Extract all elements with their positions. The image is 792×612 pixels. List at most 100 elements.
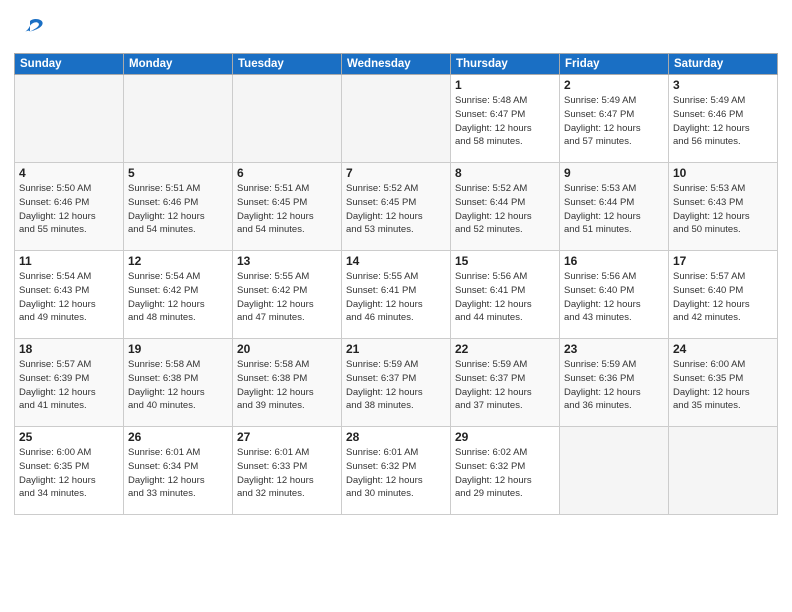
calendar-cell: 27Sunrise: 6:01 AM Sunset: 6:33 PM Dayli…: [233, 427, 342, 515]
day-info: Sunrise: 5:54 AM Sunset: 6:42 PM Dayligh…: [128, 270, 228, 325]
day-number: 7: [346, 166, 446, 180]
day-number: 21: [346, 342, 446, 356]
calendar-cell: 19 Sunrise: 5:58 AM Sunset: 6:38 PM Dayli…: [124, 339, 233, 427]
calendar-cell: 9 Sunrise: 5:53 AM Sunset: 6:44 PM Daylig…: [560, 163, 669, 251]
calendar-body: 1 Sunrise: 5:48 AM Sunset: 6:47 PM Daylig…: [15, 75, 778, 515]
day-info: Sunrise: 5:53 AM Sunset: 6:43 PM Dayligh…: [673, 182, 773, 237]
day-number: 1: [455, 78, 555, 92]
calendar-cell: 1 Sunrise: 5:48 AM Sunset: 6:47 PM Daylig…: [451, 75, 560, 163]
calendar-cell: [342, 75, 451, 163]
day-info: Sunrise: 5:59 AM Sunset: 6:36 PM Dayligh…: [564, 358, 664, 413]
calendar-week-row: 4 Sunrise: 5:50 AM Sunset: 6:46 PM Daylig…: [15, 163, 778, 251]
calendar-cell: [669, 427, 778, 515]
calendar-week-row: 11 Sunrise: 5:54 AM Sunset: 6:43 PM Dayli…: [15, 251, 778, 339]
calendar-cell: 13 Sunrise: 5:55 AM Sunset: 6:42 PM Dayli…: [233, 251, 342, 339]
day-info: Sunrise: 5:51 AM Sunset: 6:45 PM Dayligh…: [237, 182, 337, 237]
calendar-cell: 29Sunrise: 6:02 AM Sunset: 6:32 PM Dayli…: [451, 427, 560, 515]
calendar-cell: 15 Sunrise: 5:56 AM Sunset: 6:41 PM Dayli…: [451, 251, 560, 339]
calendar-cell: 3 Sunrise: 5:49 AM Sunset: 6:46 PM Daylig…: [669, 75, 778, 163]
calendar-cell: 25 Sunrise: 6:00 AM Sunset: 6:35 PM Dayli…: [15, 427, 124, 515]
page: SundayMondayTuesdayWednesdayThursdayFrid…: [0, 0, 792, 525]
weekday-header-monday: Monday: [124, 54, 233, 75]
day-info: Sunrise: 5:58 AM Sunset: 6:38 PM Dayligh…: [128, 358, 228, 413]
weekday-header-sunday: Sunday: [15, 54, 124, 75]
calendar-cell: 23 Sunrise: 5:59 AM Sunset: 6:36 PM Dayli…: [560, 339, 669, 427]
day-info: Sunrise: 5:55 AM Sunset: 6:42 PM Dayligh…: [237, 270, 337, 325]
calendar-cell: 16 Sunrise: 5:56 AM Sunset: 6:40 PM Dayli…: [560, 251, 669, 339]
day-info: Sunrise: 5:49 AM Sunset: 6:46 PM Dayligh…: [673, 94, 773, 149]
day-number: 3: [673, 78, 773, 92]
calendar-cell: 7 Sunrise: 5:52 AM Sunset: 6:45 PM Daylig…: [342, 163, 451, 251]
calendar-table: SundayMondayTuesdayWednesdayThursdayFrid…: [14, 53, 778, 515]
day-info: Sunrise: 5:58 AM Sunset: 6:38 PM Dayligh…: [237, 358, 337, 413]
day-number: 23: [564, 342, 664, 356]
day-info: Sunrise: 5:59 AM Sunset: 6:37 PM Dayligh…: [455, 358, 555, 413]
day-info: Sunrise: 5:57 AM Sunset: 6:39 PM Dayligh…: [19, 358, 119, 413]
day-info: Sunrise: 5:49 AM Sunset: 6:47 PM Dayligh…: [564, 94, 664, 149]
day-number: 27: [237, 430, 337, 444]
day-number: 25: [19, 430, 119, 444]
day-number: 15: [455, 254, 555, 268]
day-number: 10: [673, 166, 773, 180]
calendar-week-row: 25 Sunrise: 6:00 AM Sunset: 6:35 PM Dayli…: [15, 427, 778, 515]
calendar-cell: 17 Sunrise: 5:57 AM Sunset: 6:40 PM Dayli…: [669, 251, 778, 339]
day-number: 5: [128, 166, 228, 180]
day-number: 4: [19, 166, 119, 180]
day-number: 20: [237, 342, 337, 356]
day-number: 26: [128, 430, 228, 444]
calendar-cell: 20 Sunrise: 5:58 AM Sunset: 6:38 PM Dayli…: [233, 339, 342, 427]
calendar-cell: [15, 75, 124, 163]
calendar-cell: 26 Sunrise: 6:01 AM Sunset: 6:34 PM Dayli…: [124, 427, 233, 515]
day-info: Sunrise: 5:52 AM Sunset: 6:44 PM Dayligh…: [455, 182, 555, 237]
calendar-cell: [124, 75, 233, 163]
weekday-header-wednesday: Wednesday: [342, 54, 451, 75]
calendar-cell: 14 Sunrise: 5:55 AM Sunset: 6:41 PM Dayli…: [342, 251, 451, 339]
day-number: 22: [455, 342, 555, 356]
day-info: Sunrise: 5:56 AM Sunset: 6:41 PM Dayligh…: [455, 270, 555, 325]
day-number: 9: [564, 166, 664, 180]
calendar-cell: 4 Sunrise: 5:50 AM Sunset: 6:46 PM Daylig…: [15, 163, 124, 251]
weekday-header-tuesday: Tuesday: [233, 54, 342, 75]
day-info: Sunrise: 5:59 AM Sunset: 6:37 PM Dayligh…: [346, 358, 446, 413]
day-info: Sunrise: 5:54 AM Sunset: 6:43 PM Dayligh…: [19, 270, 119, 325]
calendar-cell: 28Sunrise: 6:01 AM Sunset: 6:32 PM Dayli…: [342, 427, 451, 515]
weekday-header-saturday: Saturday: [669, 54, 778, 75]
day-number: 16: [564, 254, 664, 268]
calendar-cell: 5 Sunrise: 5:51 AM Sunset: 6:46 PM Daylig…: [124, 163, 233, 251]
day-info: Sunrise: 5:50 AM Sunset: 6:46 PM Dayligh…: [19, 182, 119, 237]
day-info: Sunrise: 5:56 AM Sunset: 6:40 PM Dayligh…: [564, 270, 664, 325]
day-number: 6: [237, 166, 337, 180]
calendar-cell: 2Sunrise: 5:49 AM Sunset: 6:47 PM Daylig…: [560, 75, 669, 163]
day-info: Sunrise: 5:52 AM Sunset: 6:45 PM Dayligh…: [346, 182, 446, 237]
day-info: Sunrise: 5:48 AM Sunset: 6:47 PM Dayligh…: [455, 94, 555, 149]
calendar-cell: 24Sunrise: 6:00 AM Sunset: 6:35 PM Dayli…: [669, 339, 778, 427]
day-number: 12: [128, 254, 228, 268]
day-info: Sunrise: 5:55 AM Sunset: 6:41 PM Dayligh…: [346, 270, 446, 325]
calendar-header-row: SundayMondayTuesdayWednesdayThursdayFrid…: [15, 54, 778, 75]
calendar-cell: 6 Sunrise: 5:51 AM Sunset: 6:45 PM Daylig…: [233, 163, 342, 251]
calendar-week-row: 1 Sunrise: 5:48 AM Sunset: 6:47 PM Daylig…: [15, 75, 778, 163]
calendar-cell: 12 Sunrise: 5:54 AM Sunset: 6:42 PM Dayli…: [124, 251, 233, 339]
day-info: Sunrise: 5:51 AM Sunset: 6:46 PM Dayligh…: [128, 182, 228, 237]
header: [14, 10, 778, 47]
day-number: 13: [237, 254, 337, 268]
day-info: Sunrise: 6:00 AM Sunset: 6:35 PM Dayligh…: [19, 446, 119, 501]
calendar-cell: 8Sunrise: 5:52 AM Sunset: 6:44 PM Daylig…: [451, 163, 560, 251]
day-number: 11: [19, 254, 119, 268]
day-info: Sunrise: 6:00 AM Sunset: 6:35 PM Dayligh…: [673, 358, 773, 413]
day-number: 14: [346, 254, 446, 268]
weekday-header-friday: Friday: [560, 54, 669, 75]
calendar-cell: [233, 75, 342, 163]
day-number: 29: [455, 430, 555, 444]
calendar-cell: 11 Sunrise: 5:54 AM Sunset: 6:43 PM Dayli…: [15, 251, 124, 339]
day-info: Sunrise: 5:53 AM Sunset: 6:44 PM Dayligh…: [564, 182, 664, 237]
day-number: 19: [128, 342, 228, 356]
day-info: Sunrise: 6:01 AM Sunset: 6:34 PM Dayligh…: [128, 446, 228, 501]
logo: [14, 14, 44, 47]
day-number: 18: [19, 342, 119, 356]
calendar-cell: 22 Sunrise: 5:59 AM Sunset: 6:37 PM Dayli…: [451, 339, 560, 427]
day-number: 17: [673, 254, 773, 268]
day-info: Sunrise: 5:57 AM Sunset: 6:40 PM Dayligh…: [673, 270, 773, 325]
logo-bird-icon: [16, 14, 44, 42]
day-number: 28: [346, 430, 446, 444]
